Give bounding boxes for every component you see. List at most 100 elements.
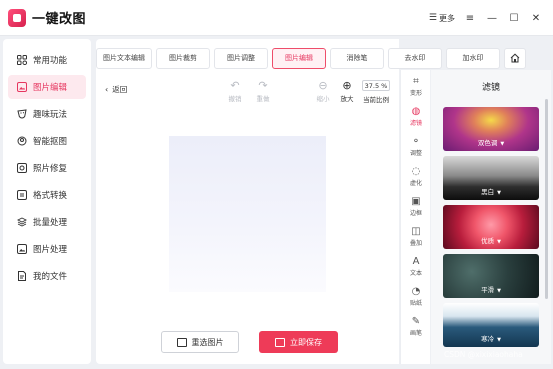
back-label: 返回 [112, 85, 128, 94]
filter-cold[interactable]: 寒冷 ▼ [443, 303, 539, 347]
tab-remove-watermark[interactable]: 去水印 [388, 47, 442, 69]
sidebar-item-label: 趣味玩法 [33, 110, 68, 120]
tab-add-watermark[interactable]: 加水印 [446, 47, 500, 69]
undo-label: 撤销 [228, 95, 242, 103]
repair-icon [16, 163, 27, 174]
window-controls: ☰ 更多 ≡ — ☐ ✕ [425, 0, 547, 36]
tool-brush[interactable]: ✎ 画笔 [401, 316, 431, 337]
sidebar-item-batch[interactable]: 批量处理 [8, 210, 86, 234]
filter-icon: ◍ [411, 106, 421, 117]
blur-icon: ◌ [411, 166, 421, 177]
zoom-in-button[interactable]: ⊕ 放大 [334, 79, 360, 103]
sidebar-item-label: 常用功能 [33, 56, 68, 66]
tab-image-crop[interactable]: 图片裁剪 [156, 47, 210, 69]
filter-smooth[interactable]: 平滑 ▼ [443, 254, 539, 298]
chevron-down-icon: ▼ [497, 288, 501, 294]
files-icon [16, 271, 27, 282]
sidebar-item-image-edit[interactable]: 图片编辑 [8, 75, 86, 99]
tool-filter[interactable]: ◍ 滤镜 [401, 106, 431, 127]
process-icon [16, 244, 27, 255]
chevron-down-icon: ▼ [500, 141, 505, 147]
sticker-icon: ◔ [411, 286, 421, 297]
home-icon [510, 53, 520, 63]
sidebar-item-label: 格式转换 [33, 191, 68, 201]
filter-panel: 滤镜 双色调 ▼ 黑白 ▼ 优质 ▼ 平滑 ▼ 寒冷 ▼ [431, 70, 551, 364]
filter-premium[interactable]: 优质 ▼ [443, 205, 539, 249]
tool-blur[interactable]: ◌ 虚化 [401, 166, 431, 187]
feature-tabs: 图片文本编辑 图片裁剪 图片调整 图片编辑 消除笔 去水印 加水印 [96, 46, 551, 70]
watermark-text: CSDN @xixixiaohaha [444, 350, 523, 359]
sidebar-item-process[interactable]: 图片处理 [8, 237, 86, 261]
save-label: 立即保存 [290, 337, 322, 347]
tab-eraser[interactable]: 消除笔 [330, 47, 384, 69]
redo-icon: ↷ [258, 79, 268, 92]
text-icon: A [412, 256, 420, 267]
tool-label: 变形 [409, 90, 422, 97]
tool-transform[interactable]: ⌗ 变形 [401, 76, 431, 97]
convert-icon [16, 190, 27, 201]
maximize-button[interactable]: ☐ [503, 7, 525, 29]
tool-label: 文本 [409, 270, 422, 277]
sidebar-item-repair[interactable]: 照片修复 [8, 156, 86, 180]
chevron-left-icon: ‹ [105, 85, 109, 94]
reselect-image-button[interactable]: 重选图片 [161, 331, 239, 353]
sidebar-item-label: 我的文件 [33, 272, 68, 282]
sidebar-item-label: 智能抠图 [33, 137, 68, 147]
title-bar: 一键改图 ☰ 更多 ≡ — ☐ ✕ [0, 0, 553, 36]
tool-border[interactable]: ▣ 边框 [401, 196, 431, 217]
tool-sticker[interactable]: ◔ 贴纸 [401, 286, 431, 307]
filter-duotone[interactable]: 双色调 ▼ [443, 107, 539, 151]
zoom-value: 37.5 % [362, 80, 390, 91]
sidebar-item-label: 图片编辑 [33, 83, 68, 93]
adjust-icon: ⚬ [411, 136, 421, 147]
tool-adjust[interactable]: ⚬ 调整 [401, 136, 431, 157]
tool-strip: ⌗ 变形 ◍ 滤镜 ⚬ 调整 ◌ 虚化 ▣ 边框 ◫ 叠加 A 文本 ◔ 贴纸 … [400, 70, 430, 364]
tool-label: 虚化 [409, 180, 422, 187]
back-button[interactable]: ‹ 返回 [105, 84, 127, 95]
chevron-down-icon: ▼ [497, 239, 501, 245]
more-menu-button[interactable]: ☰ 更多 [429, 13, 455, 24]
sidebar-item-convert[interactable]: 格式转换 [8, 183, 86, 207]
zoom-out-button[interactable]: ⊖ 缩小 [310, 79, 336, 103]
menu-button[interactable]: ≡ [459, 7, 481, 29]
filter-label: 平滑 [481, 286, 495, 294]
sidebar: 常用功能 图片编辑 趣味玩法 智能抠图 照片修复 格式转换 批量处理 图片处理 … [3, 39, 91, 364]
more-label: 更多 [439, 13, 455, 23]
tab-image-edit[interactable]: 图片编辑 [272, 47, 326, 69]
filter-label: 黑白 [481, 188, 495, 196]
filter-panel-scrollbar[interactable] [545, 99, 548, 299]
tool-label: 画笔 [409, 330, 422, 337]
tab-image-text-edit[interactable]: 图片文本编辑 [96, 47, 152, 69]
undo-button[interactable]: ↶ 撤销 [222, 79, 248, 103]
border-icon: ▣ [411, 196, 421, 207]
overlay-icon: ◫ [411, 226, 421, 237]
sidebar-item-cutout[interactable]: 智能抠图 [8, 129, 86, 153]
tool-overlay[interactable]: ◫ 叠加 [401, 226, 431, 247]
app-logo-icon [8, 8, 26, 27]
tool-label: 边框 [409, 210, 422, 217]
image-edit-icon [16, 82, 27, 93]
filter-panel-title: 滤镜 [431, 70, 551, 102]
tool-text[interactable]: A 文本 [401, 256, 431, 277]
zoom-in-label: 放大 [340, 95, 354, 103]
image-canvas[interactable] [169, 136, 326, 292]
sidebar-item-label: 照片修复 [33, 164, 68, 174]
tab-image-adjust[interactable]: 图片调整 [214, 47, 268, 69]
close-button[interactable]: ✕ [525, 7, 547, 29]
sidebar-item-common[interactable]: 常用功能 [8, 48, 86, 72]
sidebar-item-label: 批量处理 [33, 218, 68, 228]
filter-black-white[interactable]: 黑白 ▼ [443, 156, 539, 200]
tool-label: 调整 [409, 150, 422, 157]
sidebar-item-files[interactable]: 我的文件 [8, 264, 86, 288]
current-ratio-label: 当前比例 [363, 96, 389, 104]
chevron-down-icon: ▼ [497, 190, 501, 196]
image-icon [176, 337, 187, 347]
reselect-label: 重选图片 [191, 337, 224, 347]
save-button[interactable]: 立即保存 [259, 331, 338, 353]
minimize-button[interactable]: — [481, 7, 503, 29]
sidebar-item-fun[interactable]: 趣味玩法 [8, 102, 86, 126]
sidebar-item-label: 图片处理 [33, 245, 68, 255]
redo-button[interactable]: ↷ 重做 [250, 79, 276, 103]
home-button[interactable] [504, 47, 526, 69]
filter-label: 优质 [481, 237, 495, 245]
